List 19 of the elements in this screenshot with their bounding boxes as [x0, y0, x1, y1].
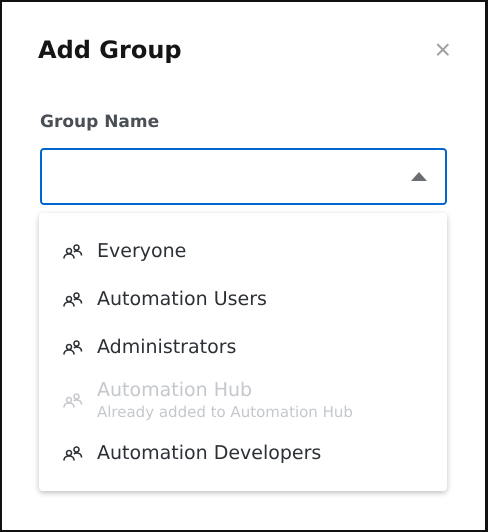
- option-note: Already added to Automation Hub: [97, 403, 353, 421]
- caret-icon: [411, 172, 427, 181]
- group-option[interactable]: Everyone: [39, 227, 447, 275]
- group-option[interactable]: Administrators: [39, 323, 447, 371]
- group-option[interactable]: Automation Developers: [39, 429, 447, 477]
- option-label: Automation Users: [97, 288, 267, 310]
- users-icon: [63, 445, 83, 461]
- group-name-field[interactable]: [40, 148, 447, 205]
- users-icon: [63, 243, 83, 259]
- option-label: Automation Hub: [97, 379, 254, 401]
- option-label: Everyone: [97, 240, 186, 262]
- option-label: Administrators: [97, 336, 236, 358]
- users-icon: [63, 291, 83, 307]
- users-icon: [63, 392, 83, 408]
- dialog-title: Add Group: [38, 36, 182, 64]
- option-label: Automation Developers: [97, 442, 322, 464]
- users-icon: [63, 339, 83, 355]
- field-label: Group Name: [40, 112, 160, 132]
- group-option[interactable]: Automation Users: [39, 275, 447, 323]
